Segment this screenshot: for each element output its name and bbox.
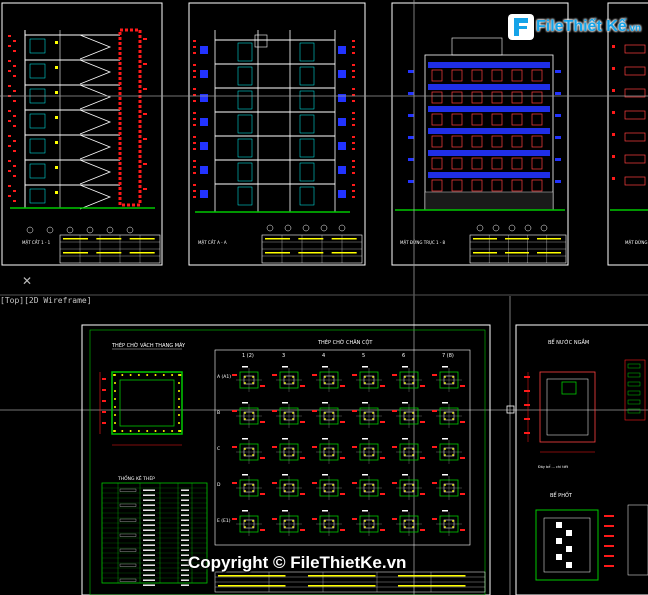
- elevation-2-title: MẶT ĐỨNG: [625, 240, 648, 245]
- copyright-watermark: Copyright © FileThietKe.vn: [188, 553, 407, 572]
- file-logo-icon: [508, 14, 534, 40]
- sheet-section-1[interactable]: MẶT CẮT 1 - 1: [1, 2, 163, 266]
- cad-model-space[interactable]: MẶT CẮT 1 - 1 MẶT CẮT A - A MẶT ĐỨNG TRỤ…: [0, 0, 648, 595]
- watermark-logo-text: FileThiết Kế.vn: [536, 18, 641, 36]
- section-a-title: MẶT CẮT A - A: [198, 240, 227, 245]
- cursor-pickbox[interactable]: [506, 405, 515, 414]
- grid-col-label: 1 (2): [242, 353, 254, 359]
- watermark-logo: FileThiết Kế.vn: [508, 14, 641, 40]
- water-tank-plan: [524, 359, 646, 453]
- grid-col-label: 5: [362, 353, 365, 359]
- elevation-title-block: [470, 235, 566, 263]
- grid-col-label: 6: [402, 353, 405, 359]
- elevator-wall-steel: [99, 371, 183, 446]
- column-footing-grid: 1 (2) 3 4 5 6 7 (8) A (A1) B C D E (E1): [214, 349, 471, 546]
- elevation-building: [408, 37, 561, 232]
- grid-col-label: 7 (8): [442, 353, 454, 359]
- grid-row-label: D: [217, 482, 221, 488]
- section-a-floors: [193, 30, 355, 232]
- sheet-elevation-2[interactable]: MẶT ĐỨNG: [607, 2, 648, 266]
- elevator-steel-title: THÉP CHỜ VÁCH THANG MÁY: [111, 341, 186, 349]
- grid-row-label: C: [217, 446, 220, 452]
- viewport-label[interactable]: [Top][2D Wireframe]: [0, 296, 92, 305]
- section-1-floors: [8, 30, 147, 234]
- grid-col-label: 4: [322, 353, 325, 359]
- grid-row-label: E (E1): [217, 518, 231, 524]
- tank-title: BỂ NƯỚC NGẦM: [548, 338, 589, 346]
- logo-accent: Thiết Kế: [563, 18, 627, 35]
- elevation-title: MẶT ĐỨNG TRỤC 1 - 8: [400, 240, 446, 245]
- tank-note: Đáy bể ... chi tiết: [538, 464, 569, 469]
- grid-row-label: A (A1): [217, 374, 231, 380]
- steel-stats-title: THỐNG KÊ THÉP: [117, 474, 155, 482]
- column-steel-title: THÉP CHỜ CHÂN CỘT: [317, 338, 373, 346]
- sheet-elevation[interactable]: MẶT ĐỨNG TRỤC 1 - 8: [391, 2, 569, 266]
- section-1-title-block: [60, 235, 160, 263]
- steel-title-block: [214, 571, 486, 593]
- footing-title: BỂ PHỐT: [550, 491, 573, 499]
- sheet-section-a[interactable]: MẶT CẮT A - A: [188, 2, 366, 266]
- logo-tld: .vn: [626, 23, 642, 34]
- section-a-title-block: [262, 235, 362, 263]
- section-1-title: MẶT CẮT 1 - 1: [22, 240, 51, 245]
- elevation-2-floors: [612, 44, 646, 186]
- septic-tank-plan: [535, 504, 648, 581]
- logo-name: File: [536, 18, 564, 35]
- close-icon[interactable]: ✕: [22, 274, 32, 288]
- sheet-tanks[interactable]: BỂ NƯỚC NGẦM Đáy bể ... chi tiết BỂ PHỐT: [515, 324, 648, 595]
- grid-row-label: B: [217, 410, 220, 416]
- grid-col-label: 3: [282, 353, 285, 359]
